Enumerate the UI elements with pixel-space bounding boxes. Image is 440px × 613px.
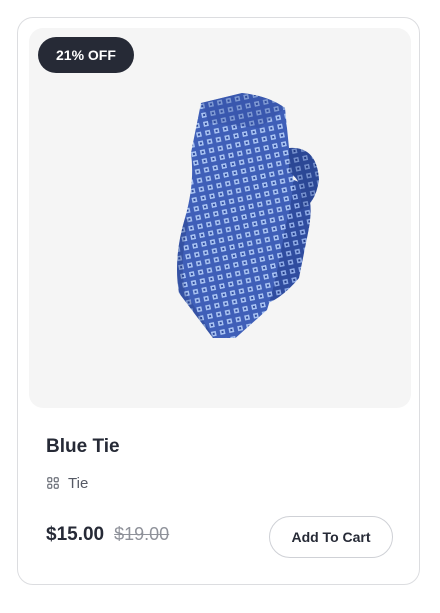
- product-card: 21% OFF Blue Tie Tie $15.00 $19.00 Add T…: [17, 17, 420, 585]
- product-image-container[interactable]: 21% OFF: [29, 28, 411, 408]
- category-label: Tie: [68, 474, 89, 492]
- product-title[interactable]: Blue Tie: [46, 436, 120, 458]
- product-category: Tie: [47, 473, 88, 493]
- product-image[interactable]: [139, 88, 329, 338]
- price-group: $15.00 $19.00: [46, 524, 169, 546]
- original-price: $19.00: [114, 524, 170, 544]
- add-to-cart-button[interactable]: Add To Cart: [269, 516, 393, 558]
- current-price: $15.00: [46, 524, 105, 545]
- grid-icon: [47, 477, 59, 489]
- discount-badge: 21% OFF: [38, 37, 134, 73]
